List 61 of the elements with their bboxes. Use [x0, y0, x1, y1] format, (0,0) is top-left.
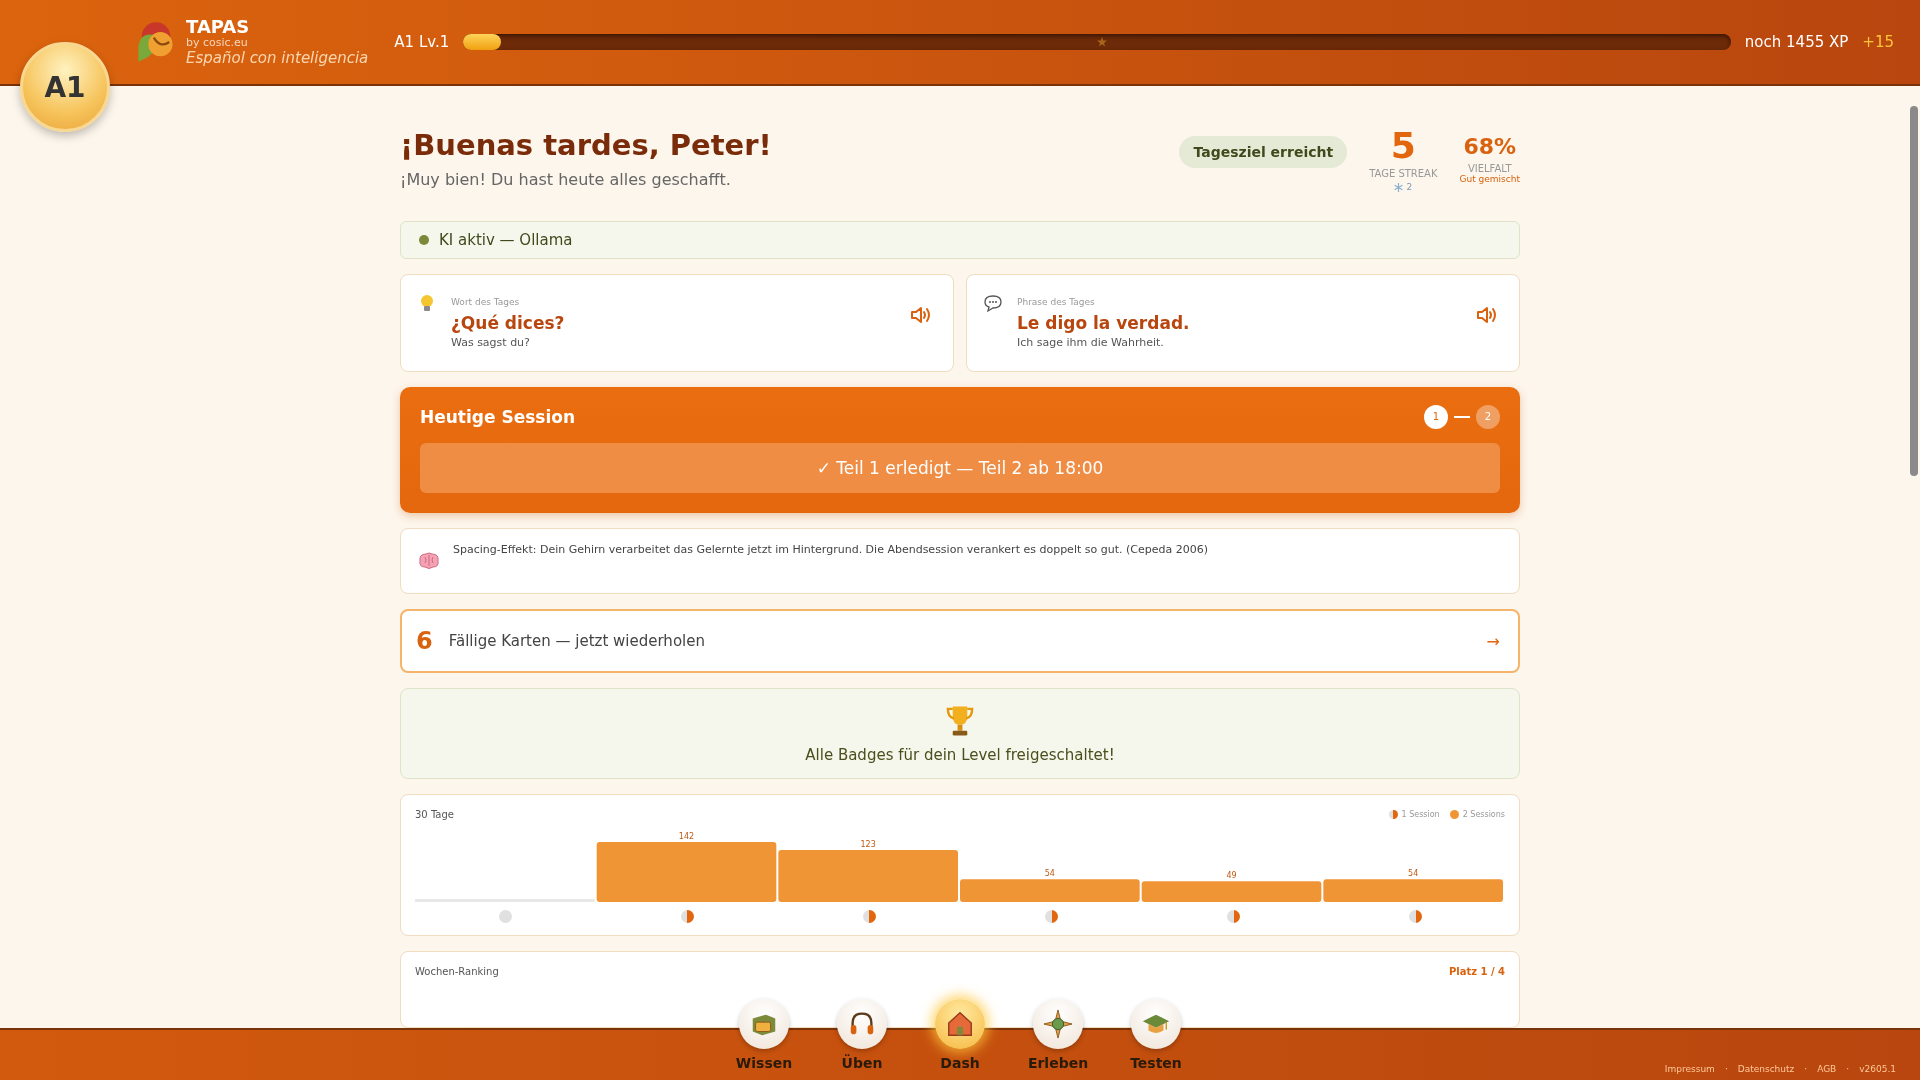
trophy-icon	[945, 703, 975, 738]
step-indicator: 2	[1476, 404, 1500, 429]
streak-freezes: 2	[1406, 182, 1413, 192]
card-caption: Wort des Tages	[451, 296, 521, 307]
badges-message: Alle Badges für dein Level freigeschaltet!	[805, 745, 1115, 764]
scrollbar[interactable]	[1910, 106, 1918, 476]
separator: ·	[1846, 1064, 1850, 1074]
session-marker	[1226, 909, 1240, 923]
session-marker	[862, 909, 876, 923]
separator: ·	[1724, 1064, 1728, 1074]
house-icon	[945, 1009, 975, 1039]
bar-value-label: 49	[1226, 871, 1237, 881]
legend-item: 1 Session	[1388, 809, 1440, 819]
session-status: ✓ Teil 1 erledigt — Teil 2 ab 18:00	[420, 442, 1500, 493]
step-indicator: 1	[1424, 404, 1448, 429]
streak-count: 5	[1390, 128, 1416, 164]
bar-value-label: 54	[1408, 869, 1419, 879]
xp-gain: +15	[1862, 33, 1894, 51]
session-marker	[1408, 909, 1422, 923]
ranking-place: Platz 1 / 4	[1448, 965, 1505, 977]
star-icon	[1097, 37, 1108, 47]
bar-value-label: 54	[1044, 869, 1055, 879]
legend-item: 2 Sessions	[1449, 809, 1505, 819]
footer-link[interactable]: Impressum	[1664, 1064, 1715, 1074]
footer-link[interactable]: v2605.1	[1859, 1064, 1896, 1074]
translation: Ich sage ihm die Wahrheit.	[1017, 335, 1165, 349]
tip-text: Spacing-Effekt: Dein Gehirn verarbeitet das Gelernte jetzt im Hintergrund. Die Abendsession verankert es doppelt so gut. (Cepeda 2006)	[453, 542, 1208, 558]
footer-link[interactable]: Datenschutz	[1737, 1064, 1795, 1074]
bar-value-label: 123	[860, 839, 876, 849]
session-marker	[1044, 909, 1058, 923]
bar-value-label: 142	[678, 831, 695, 841]
translation: Was sagst du?	[451, 335, 531, 349]
compass-icon	[1043, 1009, 1073, 1039]
xp-remaining: noch 1455 XP	[1744, 33, 1849, 51]
greeting-subtitle: ¡Muy bien! Du hast heute alles geschafft.	[400, 170, 732, 189]
app-name: TAPAS	[186, 16, 251, 38]
due-cards-button[interactable]: 6 Fällige Karten — jetzt wiederholen →	[400, 608, 1520, 674]
session-marker	[498, 909, 512, 923]
card-caption: Phrase des Tages	[1017, 296, 1096, 307]
daily-goal-badge: Tagesziel erreicht	[1179, 136, 1348, 168]
variety-value: 68%	[1463, 134, 1517, 159]
speech-bubble-icon	[983, 292, 1003, 313]
level-label: A1 Lv.1	[394, 33, 450, 51]
level-badge: A1	[20, 42, 110, 132]
streak-label: TAGE STREAK	[1369, 168, 1438, 179]
spanish-phrase: Le digo la verdad.	[1017, 312, 1191, 333]
greeting-title: ¡Buenas tardes, Peter!	[400, 128, 773, 162]
brain-icon	[417, 550, 441, 571]
spanish-phrase: ¿Qué dices?	[451, 312, 566, 333]
byline: by cosic.eu	[186, 37, 249, 51]
tagline: Español con inteligencia	[186, 50, 369, 68]
footer-link[interactable]: AGB	[1817, 1064, 1837, 1074]
ai-status-text: KI aktiv — Ollama	[439, 230, 573, 249]
variety-label: VIELFALT	[1467, 163, 1512, 174]
chart-title: 30 Tage	[415, 808, 454, 820]
variety-note: Gut gemischt	[1459, 174, 1520, 184]
session-marker	[680, 909, 694, 923]
session-title: Heutige Session	[420, 406, 576, 427]
ranking-title: Wochen-Ranking	[415, 965, 499, 977]
snowflake-icon	[1394, 182, 1404, 192]
separator: ·	[1804, 1064, 1808, 1074]
